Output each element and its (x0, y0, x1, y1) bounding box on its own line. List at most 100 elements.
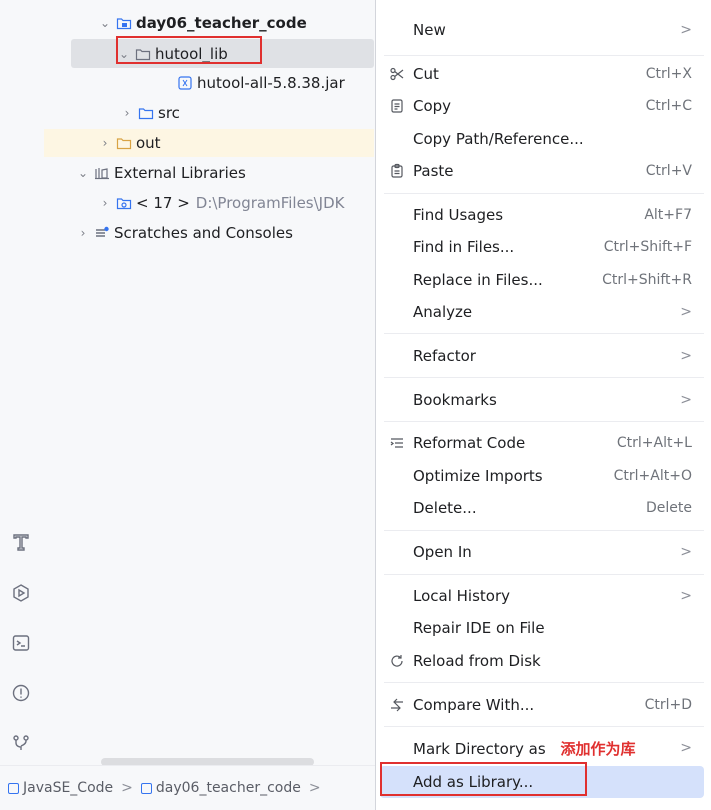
menu-item-open-in[interactable]: Open In > (376, 536, 711, 568)
jar-file-icon (177, 75, 193, 91)
menu-item-label: Local History (413, 587, 511, 605)
menu-item-label: Find in Files... (413, 238, 515, 256)
menu-item-shortcut: Ctrl+Alt+L (616, 435, 692, 451)
tree-item-external-libraries[interactable]: ⌄ External Libraries (76, 159, 374, 187)
paste-icon (388, 162, 406, 180)
annotation-text: 添加作为库 (560, 739, 636, 758)
reformat-icon (388, 434, 406, 452)
menu-item-label: Refactor (413, 347, 476, 365)
services-run-icon[interactable] (8, 580, 34, 606)
menu-item-shortcut: Ctrl+C (645, 98, 692, 114)
menu-separator (384, 55, 704, 56)
menu-separator (384, 574, 704, 575)
project-name: day06_teacher_code (136, 14, 307, 32)
menu-item-copy[interactable]: Copy Ctrl+C (376, 90, 711, 122)
chevron-right-icon[interactable]: › (76, 226, 90, 240)
menu-item-label: Optimize Imports (413, 467, 543, 485)
tree-item-jdk[interactable]: › < 17 > D:\ProgramFiles\JDK (98, 189, 374, 217)
menu-item-find-in-files[interactable]: Find in Files... Ctrl+Shift+F (376, 231, 711, 263)
menu-item-label: Reformat Code (413, 434, 526, 452)
menu-item-cut[interactable]: Cut Ctrl+X (376, 58, 711, 90)
breadcrumb-separator: > (308, 780, 321, 796)
chevron-right-icon[interactable]: › (98, 196, 112, 210)
menu-item-label: Repair IDE on File (413, 619, 545, 637)
chevron-right-icon[interactable]: › (98, 136, 112, 150)
menu-item-copy-path[interactable]: Copy Path/Reference... (376, 123, 711, 155)
menu-item-label: Open In (413, 543, 472, 561)
menu-item-replace-in-files[interactable]: Replace in Files... Ctrl+Shift+R (376, 264, 711, 296)
problems-icon[interactable] (8, 680, 34, 706)
chevron-right-icon[interactable]: › (120, 106, 134, 120)
module-icon (140, 782, 152, 794)
excluded-folder-icon (116, 135, 132, 151)
compare-icon (388, 696, 406, 714)
menu-item-label: Cut (413, 65, 439, 83)
module-folder-icon (116, 15, 132, 31)
module-icon (8, 782, 19, 794)
menu-separator (384, 193, 704, 194)
source-folder-icon (138, 105, 154, 121)
menu-item-label: New (413, 21, 446, 39)
out-label: out (136, 134, 161, 152)
context-menu: New > Cut Ctrl+X Copy Ctrl+C Copy Path/R… (375, 0, 711, 810)
terminal-icon[interactable] (8, 630, 34, 656)
menu-item-local-history[interactable]: Local History > (376, 580, 711, 612)
jar-label: hutool-all-5.8.38.jar (197, 74, 345, 92)
chevron-right-icon: > (680, 392, 692, 408)
menu-item-shortcut: Ctrl+Shift+R (602, 272, 692, 288)
menu-item-compare-with[interactable]: Compare With... Ctrl+D (376, 689, 711, 721)
tree-item-jar[interactable]: hutool-all-5.8.38.jar (173, 69, 374, 97)
menu-item-bookmarks[interactable]: Bookmarks > (376, 384, 711, 416)
menu-item-find-usages[interactable]: Find Usages Alt+F7 (376, 199, 711, 231)
menu-item-shortcut: Delete (646, 500, 692, 516)
menu-item-label: Replace in Files... (413, 271, 543, 289)
chevron-right-icon: > (680, 22, 692, 38)
jdk-version: < 17 > (136, 194, 190, 212)
menu-separator (384, 377, 704, 378)
chevron-down-icon[interactable]: ⌄ (76, 166, 90, 180)
menu-item-shortcut: Ctrl+D (644, 697, 692, 713)
copy-icon (388, 97, 406, 115)
menu-item-mark-directory-as[interactable]: Mark Directory as 添加作为库 > (376, 732, 711, 764)
menu-separator (384, 333, 704, 334)
chevron-right-icon: > (680, 740, 692, 756)
menu-item-repair-ide[interactable]: Repair IDE on File (376, 612, 711, 644)
chevron-right-icon: > (680, 544, 692, 560)
menu-separator (384, 421, 704, 422)
breadcrumb-item-0[interactable]: JavaSE_Code (23, 780, 113, 796)
menu-separator (384, 530, 704, 531)
menu-separator (384, 726, 704, 727)
tree-item-src[interactable]: › src (120, 99, 374, 127)
jdk-path: D:\ProgramFiles\JDK (195, 194, 345, 212)
horizontal-scrollbar[interactable] (101, 758, 314, 765)
menu-item-label: Analyze (413, 303, 473, 321)
tree-item-out[interactable]: › out (44, 129, 374, 157)
tree-item-project[interactable]: ⌄ day06_teacher_code (98, 9, 374, 37)
menu-item-optimize-imports[interactable]: Optimize Imports Ctrl+Alt+O (376, 460, 711, 492)
text-tool-icon[interactable] (8, 529, 34, 555)
menu-item-paste[interactable]: Paste Ctrl+V (376, 155, 711, 187)
menu-item-reformat-code[interactable]: Reformat Code Ctrl+Alt+L (376, 427, 711, 459)
git-icon[interactable] (8, 730, 34, 756)
breadcrumb-item-1[interactable]: day06_teacher_code (156, 780, 301, 796)
tree-item-scratches[interactable]: › Scratches and Consoles (76, 219, 374, 247)
chevron-right-icon: > (680, 304, 692, 320)
scratches-icon (94, 225, 110, 241)
menu-item-label: Bookmarks (413, 391, 497, 409)
menu-item-delete[interactable]: Delete... Delete (376, 492, 711, 524)
menu-separator (384, 682, 704, 683)
menu-item-label: Find Usages (413, 206, 504, 224)
menu-item-reload-from-disk[interactable]: Reload from Disk (376, 645, 711, 677)
chevron-down-icon[interactable]: ⌄ (98, 16, 112, 30)
jdk-icon (116, 195, 132, 211)
menu-item-shortcut: Ctrl+Alt+O (613, 468, 692, 484)
menu-item-new[interactable]: New > (376, 14, 711, 46)
chevron-right-icon: > (680, 588, 692, 604)
menu-item-label: Compare With... (413, 696, 535, 714)
menu-item-refactor[interactable]: Refactor > (376, 340, 711, 372)
menu-item-shortcut: Ctrl+Shift+F (603, 239, 692, 255)
menu-item-shortcut: Alt+F7 (644, 207, 692, 223)
annotation-box-add-as-library (380, 762, 587, 796)
menu-item-analyze[interactable]: Analyze > (376, 296, 711, 328)
mark-directory-label: Mark Directory as (413, 739, 546, 758)
